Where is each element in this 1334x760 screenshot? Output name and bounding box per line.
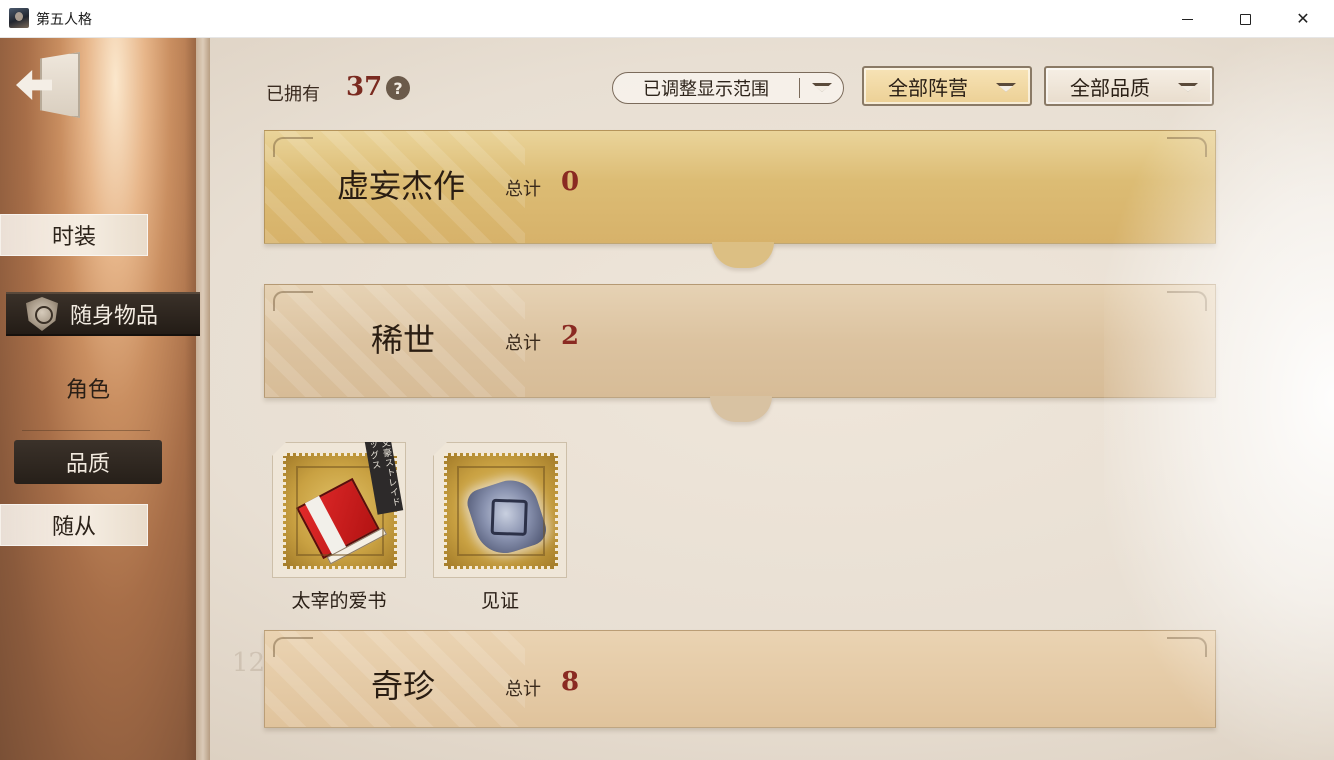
ornament-icon [1167, 137, 1207, 157]
sidebar-item-label: 随身物品 [70, 304, 159, 329]
category-total-label: 总计 [505, 679, 541, 700]
range-filter-dropdown[interactable]: 已调整显示范围 [612, 72, 844, 104]
chevron-down-icon [996, 83, 1016, 93]
category-banner-treasure[interactable]: 奇珍 总计 8 [264, 630, 1216, 728]
sidebar-item-label: 随从 [51, 515, 96, 540]
banner-notch [710, 396, 772, 422]
quality-filter-label: 全部品质 [1070, 75, 1150, 100]
category-count: 8 [561, 667, 580, 697]
item-frame [433, 442, 567, 578]
quality-filter-dropdown[interactable]: 全部品质 [1044, 66, 1214, 106]
help-icon[interactable]: ? [386, 76, 410, 100]
camp-filter-dropdown[interactable]: 全部阵营 [862, 66, 1032, 106]
background-watermark: 12 [232, 648, 266, 678]
category-title: 奇珍 [371, 667, 436, 705]
category-total-label: 总计 [505, 179, 541, 200]
chevron-down-icon [812, 83, 832, 93]
window-titlebar: 第五人格 ✕ [0, 0, 1334, 38]
category-banner-rare[interactable]: 稀世 总计 2 [264, 284, 1216, 398]
sidebar-item-follower[interactable]: 随从 [0, 504, 148, 546]
banner-notch [712, 242, 774, 268]
item-card[interactable]: 见证 [433, 442, 567, 620]
game-viewport: 12 时装 随身物品 角色 品质 随从 已拥有 37 ? 已调整显示范围 全部阵… [0, 38, 1334, 760]
sidebar-item-quality[interactable]: 品质 [14, 440, 162, 484]
ornament-icon [273, 291, 313, 311]
range-filter-label: 已调整显示范围 [643, 79, 769, 100]
stamp-frame [444, 453, 558, 569]
sidebar-item-role[interactable]: 角色 [30, 368, 146, 408]
badge-icon [463, 473, 551, 561]
maximize-button[interactable] [1216, 0, 1274, 38]
close-icon: ✕ [1296, 9, 1310, 28]
sidebar-divider [22, 430, 150, 431]
back-button[interactable] [14, 52, 86, 120]
minimize-button[interactable] [1158, 0, 1216, 38]
app-icon [9, 8, 29, 28]
ornament-icon [273, 137, 313, 157]
owned-count: 37 [346, 72, 383, 102]
category-total-label: 总计 [505, 333, 541, 354]
sidebar-item-label: 品质 [65, 452, 110, 477]
sidebar-item-accessory[interactable]: 随身物品 [6, 292, 200, 336]
ornament-icon [273, 637, 313, 657]
item-card[interactable]: 文豪ストレイドッグス 太宰的爱书 [272, 442, 406, 620]
close-button[interactable]: ✕ [1274, 0, 1332, 38]
category-title: 虚妄杰作 [337, 167, 466, 205]
minimize-icon [1181, 18, 1193, 20]
sidebar-item-costume[interactable]: 时装 [0, 214, 148, 256]
sidebar-item-label: 角色 [65, 378, 110, 403]
ornament-icon [1167, 637, 1207, 657]
sidebar-item-label: 时装 [51, 225, 96, 250]
maximize-icon [1239, 13, 1251, 25]
category-count: 0 [561, 167, 580, 197]
item-name: 见证 [480, 590, 519, 612]
owned-label: 已拥有 [266, 84, 320, 105]
sidebar: 时装 随身物品 角色 品质 随从 [0, 38, 210, 760]
chevron-down-icon [1178, 83, 1198, 93]
category-banner-masterpiece[interactable]: 虚妄杰作 总计 0 [264, 130, 1216, 244]
camp-filter-label: 全部阵营 [888, 75, 968, 100]
shield-icon [26, 297, 58, 331]
item-frame: 文豪ストレイドッグス [272, 442, 406, 578]
window-title: 第五人格 [36, 12, 92, 28]
ornament-icon [1167, 291, 1207, 311]
category-title: 稀世 [371, 321, 436, 359]
category-count: 2 [561, 321, 580, 351]
dropdown-separator [799, 78, 800, 98]
item-name: 太宰的爱书 [291, 590, 387, 612]
